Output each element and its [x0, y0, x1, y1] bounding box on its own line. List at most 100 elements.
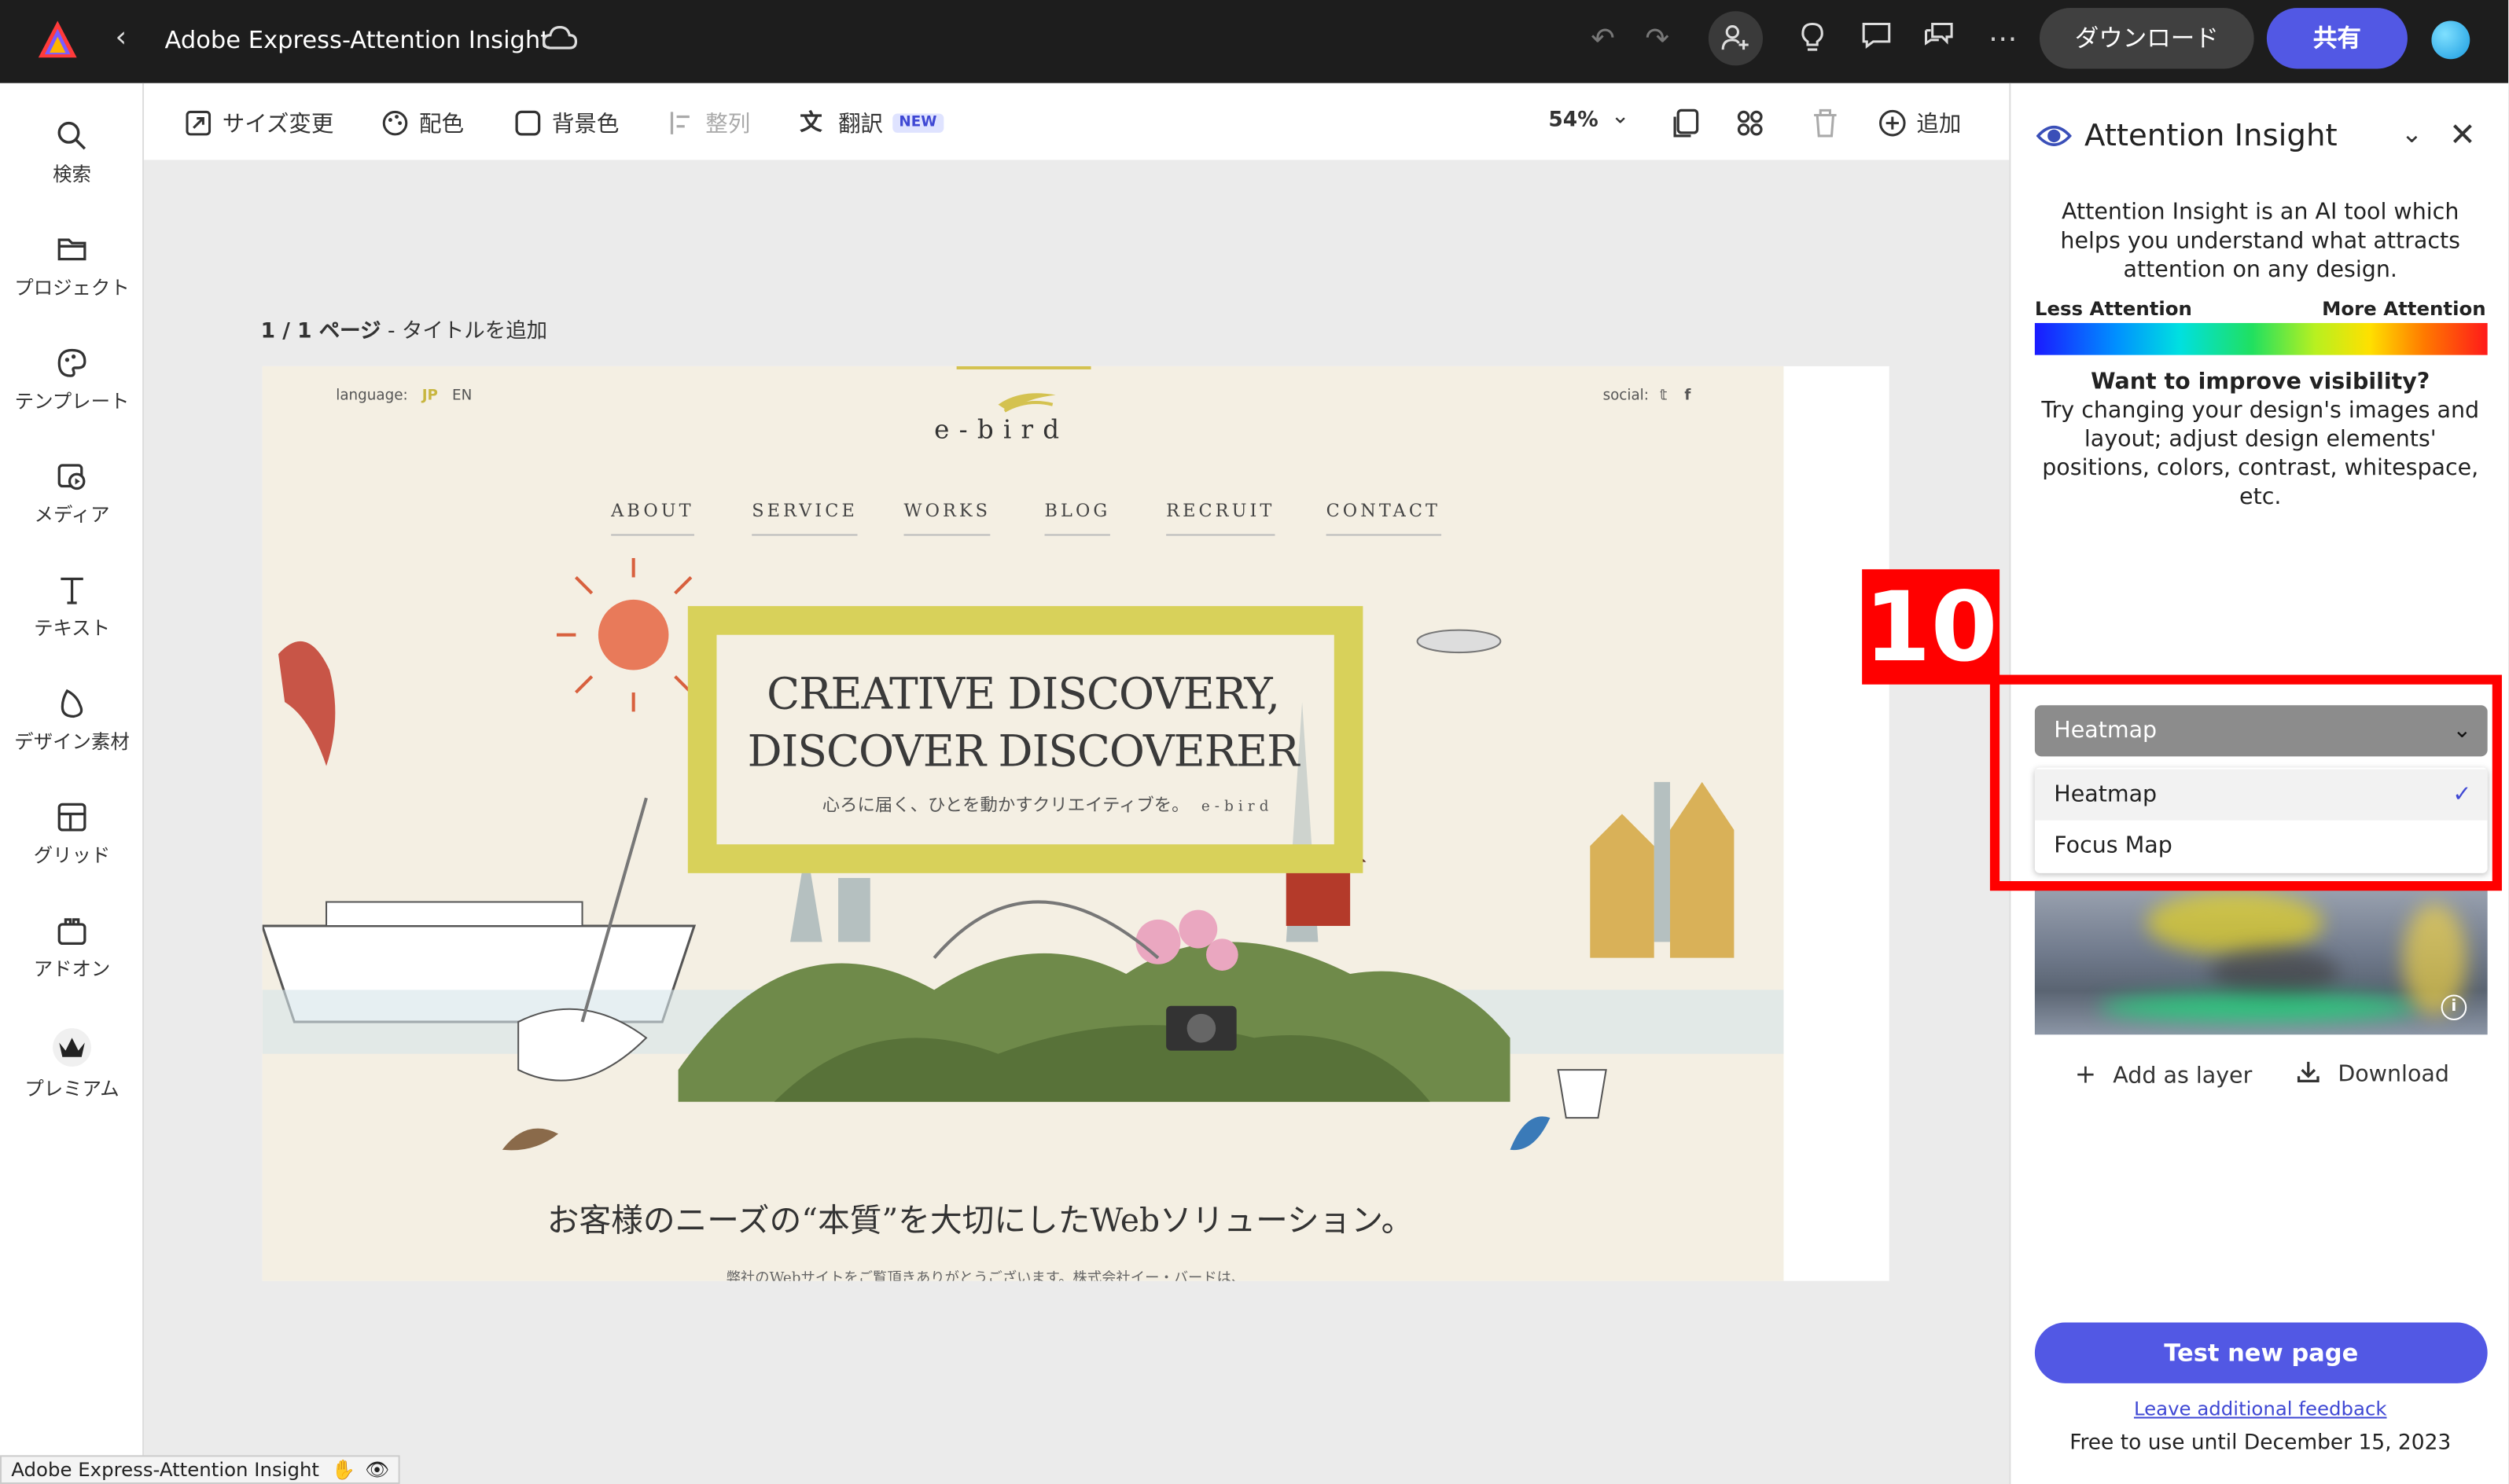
addon-icon — [57, 918, 86, 945]
status-bar: Adobe Express-Attention Insight ✋ 👁 — [0, 1455, 401, 1484]
sidebar-item-label: 検索 — [53, 163, 91, 186]
free-usage-note: Free to use until December 15, 2023 — [2069, 1431, 2452, 1456]
avatar[interactable] — [2431, 20, 2470, 60]
color-tool[interactable]: 配色 — [381, 107, 464, 139]
airship — [1416, 629, 1502, 654]
zoom-chevron-down-icon[interactable]: ⌄ — [1611, 104, 1630, 130]
design-page[interactable]: language: JP EN social: 𝕥 f e-bird ABOUT… — [262, 365, 1889, 1281]
panel-description: Attention Insight is an AI tool which he… — [2060, 200, 2461, 284]
download-icon — [2297, 1061, 2320, 1082]
resize-label: サイズ変更 — [222, 112, 334, 138]
highlight-box — [1989, 674, 2502, 891]
sidebar-item-addons[interactable]: アドオン — [0, 913, 144, 982]
add-tool[interactable]: 追加 — [1878, 107, 1961, 139]
eye-icon: 👁 — [365, 1458, 390, 1481]
legend-more-attention: More Attention — [2322, 297, 2486, 320]
undo-icon[interactable]: ↶ — [1584, 20, 1622, 59]
editor-toolbar: サイズ変更 配色 背景色 整列 文 翻訳 NEW 54% ⌄ 追加 — [144, 83, 2010, 160]
sidebar-item-templates[interactable]: テンプレート — [0, 345, 144, 413]
sidebar-item-label: プロジェクト — [14, 276, 130, 299]
share-comments-icon[interactable] — [1919, 20, 1958, 59]
download-heatmap-button[interactable]: Download — [2296, 1059, 2449, 1087]
brand-accent-line — [956, 365, 1091, 369]
sidebar-item-label: テンプレート — [14, 390, 130, 413]
info-icon[interactable]: i — [2441, 994, 2467, 1021]
sidebar-item-media[interactable]: メディア — [0, 459, 144, 527]
facebook-icon: f — [1684, 388, 1691, 405]
invite-user-icon[interactable] — [1708, 11, 1764, 66]
test-new-page-button[interactable]: Test new page — [2034, 1322, 2488, 1383]
share-button[interactable]: 共有 — [2266, 8, 2408, 69]
nav-blog: BLOG — [1044, 501, 1111, 536]
intro-text: 弊社のWebサイトをご覧頂きありがとうございます。株式会社イー・バードは、 — [726, 1271, 1246, 1281]
sidebar-item-label: メディア — [34, 503, 110, 527]
design-elements-icon — [61, 689, 83, 718]
plus-icon: + — [2074, 1058, 2097, 1089]
zoom-level[interactable]: 54% — [1548, 108, 1598, 133]
left-sidebar: 検索 プロジェクト テンプレート メディア テキスト デザイン素材 グリッド ア… — [0, 83, 145, 1484]
adobe-express-logo-icon[interactable] — [35, 17, 80, 62]
resize-icon — [186, 110, 212, 136]
sidebar-item-design-elements[interactable]: デザイン素材 — [0, 686, 144, 755]
app-window: ‹ Adobe Express-Attention Insight ↶ ↷ ⋯ … — [0, 0, 2509, 1484]
sidebar-item-text[interactable]: テキスト — [0, 572, 144, 641]
layers-icon[interactable] — [1734, 107, 1766, 139]
translate-label: 翻訳 — [838, 112, 884, 138]
sidebar-item-premium[interactable]: プレミアム — [0, 1027, 144, 1102]
nav-about: ABOUT — [611, 501, 694, 536]
hero-title-line-2: DISCOVER DISCOVERER — [747, 727, 1300, 777]
sidebar-item-label: プレミアム — [24, 1078, 120, 1100]
redo-icon[interactable]: ↷ — [1638, 20, 1676, 59]
new-badge: NEW — [892, 113, 944, 133]
premium-crown-icon — [53, 1028, 91, 1067]
lightbulb-icon[interactable] — [1793, 20, 1832, 59]
translate-tool[interactable]: 文 翻訳 NEW — [800, 107, 944, 139]
top-bar: ‹ Adobe Express-Attention Insight ↶ ↷ ⋯ … — [0, 0, 2509, 83]
collapse-chevron-down-icon[interactable]: ⌄ — [2401, 119, 2423, 149]
media-icon — [57, 464, 86, 490]
website-design-artwork[interactable]: language: JP EN social: 𝕥 f e-bird ABOUT… — [262, 365, 1784, 1281]
align-tool[interactable]: 整列 — [667, 107, 750, 139]
social-links: social: 𝕥 f — [1602, 388, 1691, 405]
folder-icon — [57, 238, 86, 261]
tagline: お客様のニーズの“本質”を大切にしたWebソリューション。 — [546, 1200, 1414, 1240]
heatmap-preview[interactable]: i — [2034, 887, 2488, 1035]
add-circle-icon — [1879, 109, 1906, 137]
visibility-question: Want to improve visibility? — [2091, 369, 2430, 395]
language-switch: language: JP EN — [336, 388, 473, 405]
bird-logo-icon — [998, 393, 1056, 413]
color-label: 配色 — [419, 112, 465, 138]
twitter-icon: 𝕥 — [1659, 388, 1668, 405]
template-icon — [57, 348, 86, 377]
sidebar-item-label: グリッド — [33, 844, 111, 867]
nav-works: WORKS — [903, 501, 991, 536]
align-icon — [670, 112, 690, 134]
page-counter: 1 / 1 ページ — [260, 319, 381, 344]
cloud-sync-icon[interactable] — [541, 20, 579, 56]
legend-less-attention: Less Attention — [2034, 297, 2192, 320]
sidebar-item-projects[interactable]: プロジェクト — [0, 232, 144, 300]
comment-icon[interactable] — [1857, 20, 1896, 59]
back-chevron-icon[interactable]: ‹ — [115, 20, 127, 54]
add-as-layer-button[interactable]: + Add as layer — [2075, 1059, 2253, 1089]
sidebar-item-search[interactable]: 検索 — [0, 119, 144, 187]
visibility-tip: Try changing your design's images and la… — [2041, 398, 2480, 511]
background-tool[interactable]: 背景色 — [513, 107, 619, 139]
feedback-link[interactable]: Leave additional feedback — [2011, 1398, 2508, 1420]
page-heading[interactable]: 1 / 1 ページ - タイトルを追加 — [261, 314, 547, 344]
pages-icon[interactable] — [1670, 107, 1702, 139]
sidebar-item-label: アドオン — [33, 957, 111, 981]
download-button[interactable]: ダウンロード — [2039, 8, 2254, 69]
trash-icon[interactable] — [1811, 107, 1840, 139]
resize-tool[interactable]: サイズ変更 — [184, 107, 333, 139]
sidebar-item-grid[interactable]: グリッド — [0, 799, 144, 868]
document-title[interactable]: Adobe Express-Attention Insight — [165, 26, 550, 55]
page-title[interactable]: タイトルを追加 — [402, 320, 547, 344]
palette-icon — [382, 110, 408, 136]
close-icon[interactable]: ✕ — [2449, 115, 2476, 153]
text-icon — [61, 577, 83, 604]
brand-wordmark: e-bird — [934, 413, 1069, 445]
background-square-icon — [515, 110, 541, 136]
more-options-icon[interactable]: ⋯ — [1984, 20, 2022, 59]
translate-icon: 文 — [800, 110, 822, 136]
